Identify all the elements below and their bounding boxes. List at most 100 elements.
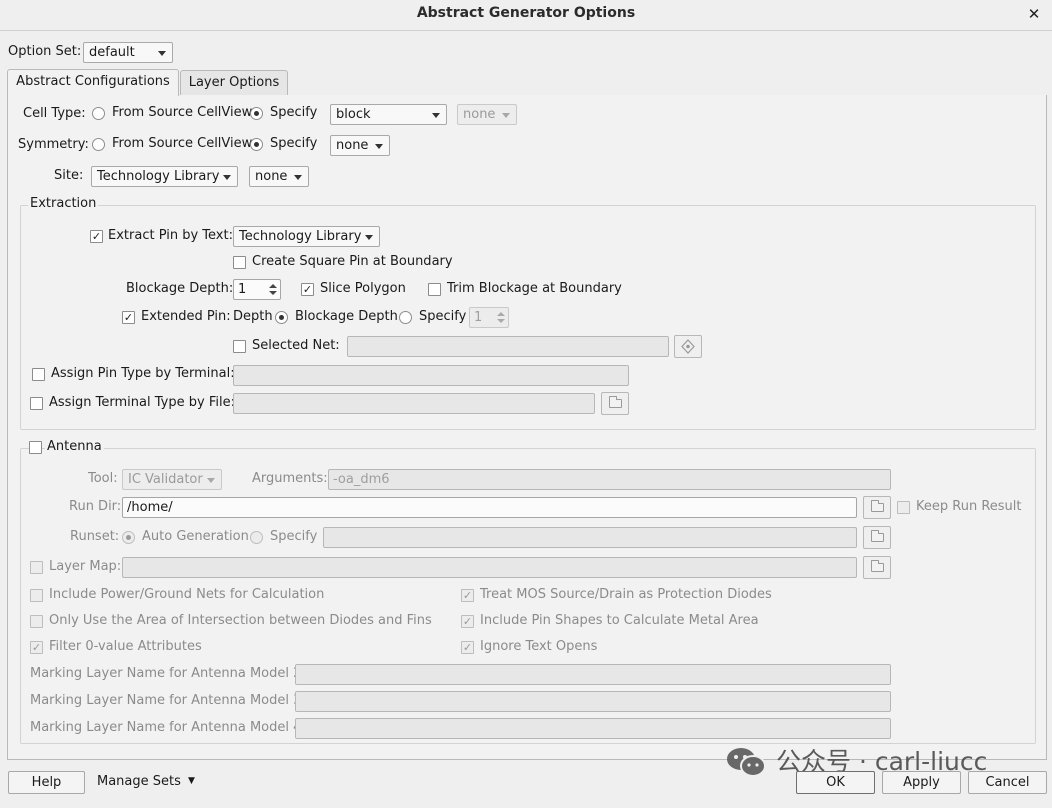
filter-zero-value-label: Filter 0-value Attributes <box>49 639 202 654</box>
symmetry-select[interactable]: none <box>330 135 390 156</box>
antenna-title: Antenna <box>45 439 104 455</box>
blockage-depth-value: 1 <box>238 282 247 297</box>
include-power-ground-label: Include Power/Ground Nets for Calculatio… <box>49 587 325 602</box>
symmetry-source-radio[interactable] <box>92 138 105 151</box>
browse-terminal-file-button[interactable] <box>601 392 629 415</box>
browse-layer-map-button[interactable] <box>863 556 891 579</box>
assign-terminal-type-checkbox[interactable] <box>30 397 43 410</box>
create-square-pin-checkbox[interactable] <box>233 256 246 269</box>
antenna-arguments-field: -oa_dm6 <box>328 469 891 490</box>
extended-pin-blockage-radio[interactable] <box>275 311 288 324</box>
intersection-area-label: Only Use the Area of Intersection betwee… <box>49 613 432 628</box>
option-set-label: Option Set: <box>8 44 82 59</box>
symmetry-specify-label: Specify <box>270 136 318 151</box>
ignore-text-opens-label: Ignore Text Opens <box>480 639 598 654</box>
tab-layer-options[interactable]: Layer Options <box>180 70 288 96</box>
cell-type-label: Cell Type: <box>23 106 86 121</box>
option-set-select[interactable]: default <box>83 42 173 63</box>
antenna-tool-label: Tool: <box>88 471 118 486</box>
spin-down-icon <box>497 319 505 323</box>
tab-abstract-configurations[interactable]: Abstract Configurations <box>7 69 179 96</box>
folder-icon <box>871 530 884 542</box>
selected-net-field <box>347 336 669 357</box>
extended-pin-specify-radio[interactable] <box>399 311 412 324</box>
close-icon[interactable]: ✕ <box>1024 4 1044 24</box>
runset-auto-label: Auto Generation <box>142 529 249 544</box>
antenna-tool-value: IC Validator <box>128 472 203 487</box>
browse-run-dir-button[interactable] <box>863 496 891 519</box>
extended-pin-specify-label: Specify <box>419 309 467 324</box>
site-secondary-select[interactable]: none <box>249 166 309 187</box>
include-power-ground-checkbox[interactable] <box>30 589 43 602</box>
treat-mos-checkbox[interactable]: ✓ <box>461 589 474 602</box>
include-pin-shapes-checkbox[interactable]: ✓ <box>461 615 474 628</box>
trim-blockage-checkbox[interactable] <box>428 283 441 296</box>
blockage-depth-label: Blockage Depth: <box>126 281 234 296</box>
site-secondary-value: none <box>255 169 288 184</box>
diamond-select-icon <box>681 339 695 354</box>
option-set-value: default <box>89 45 135 60</box>
chevron-down-icon: ▼ <box>188 776 195 786</box>
assign-pin-type-label: Assign Pin Type by Terminal: <box>51 366 235 381</box>
layer-map-field <box>122 557 857 578</box>
window-title: Abstract Generator Options <box>416 5 636 21</box>
run-dir-value: /home/ <box>127 500 173 515</box>
extraction-title: Extraction <box>28 196 99 212</box>
layer-map-checkbox[interactable] <box>30 561 43 574</box>
blockage-depth-spinbox[interactable]: 1 <box>233 279 281 300</box>
extract-pin-label: Extract Pin by Text: <box>108 228 233 243</box>
slice-polygon-checkbox[interactable]: ✓ <box>301 283 314 296</box>
tab-label: Layer Options <box>188 75 280 90</box>
extract-pin-checkbox[interactable]: ✓ <box>90 230 103 243</box>
manage-sets-menu[interactable]: Manage Sets ▼ <box>97 774 195 791</box>
selected-net-checkbox[interactable] <box>233 340 246 353</box>
chevron-down-icon <box>294 175 302 180</box>
run-dir-field[interactable]: /home/ <box>122 497 857 518</box>
marking-layer-3-label: Marking Layer Name for Antenna Model 3: <box>30 693 306 708</box>
extract-pin-value: Technology Library <box>239 229 362 244</box>
symmetry-source-label: From Source CellView <box>112 136 253 151</box>
cell-type-specify-radio[interactable] <box>250 107 263 120</box>
extract-pin-select[interactable]: Technology Library <box>233 226 380 247</box>
extended-pin-specify-value: 1 <box>474 310 483 325</box>
symmetry-label: Symmetry: <box>18 137 89 152</box>
cell-type-select[interactable]: block <box>330 104 447 125</box>
assign-pin-type-checkbox[interactable] <box>32 368 45 381</box>
keep-run-result-checkbox[interactable] <box>897 501 910 514</box>
antenna-checkbox[interactable] <box>29 441 42 454</box>
runset-specify-radio[interactable] <box>250 531 263 544</box>
create-square-pin-label: Create Square Pin at Boundary <box>252 254 453 269</box>
ok-button[interactable]: OK <box>796 771 875 794</box>
intersection-area-checkbox[interactable] <box>30 615 43 628</box>
chevron-down-icon <box>432 113 440 118</box>
marking-layer-2-field <box>295 664 891 685</box>
assign-terminal-type-label: Assign Terminal Type by File: <box>49 395 235 410</box>
chevron-down-icon <box>207 478 215 483</box>
spin-up-icon[interactable] <box>269 284 277 288</box>
cell-type-source-label: From Source CellView <box>112 105 253 120</box>
chevron-down-icon <box>375 144 383 149</box>
spin-down-icon[interactable] <box>269 291 277 295</box>
extended-pin-checkbox[interactable]: ✓ <box>122 311 135 324</box>
cancel-button[interactable]: Cancel <box>968 771 1047 794</box>
help-button[interactable]: Help <box>8 771 85 794</box>
browse-runset-button[interactable] <box>863 526 891 549</box>
site-label: Site: <box>54 168 84 183</box>
apply-button[interactable]: Apply <box>882 771 961 794</box>
include-pin-shapes-label: Include Pin Shapes to Calculate Metal Ar… <box>480 613 759 628</box>
runset-field <box>323 527 857 548</box>
runset-auto-radio[interactable] <box>122 531 135 544</box>
filter-zero-value-checkbox[interactable]: ✓ <box>30 641 43 654</box>
antenna-arguments-label: Arguments: <box>252 471 328 486</box>
cell-type-secondary-value: none <box>463 107 496 122</box>
symmetry-specify-radio[interactable] <box>250 138 263 151</box>
folder-icon <box>609 396 622 408</box>
cell-type-source-radio[interactable] <box>92 107 105 120</box>
site-value: Technology Library <box>97 169 220 184</box>
net-picker-button[interactable] <box>674 335 702 358</box>
ignore-text-opens-checkbox[interactable]: ✓ <box>461 641 474 654</box>
extended-pin-specify-spinbox: 1 <box>469 307 509 328</box>
site-select[interactable]: Technology Library <box>91 166 238 187</box>
keep-run-result-label: Keep Run Result <box>916 499 1022 514</box>
cell-type-value: block <box>336 107 371 122</box>
